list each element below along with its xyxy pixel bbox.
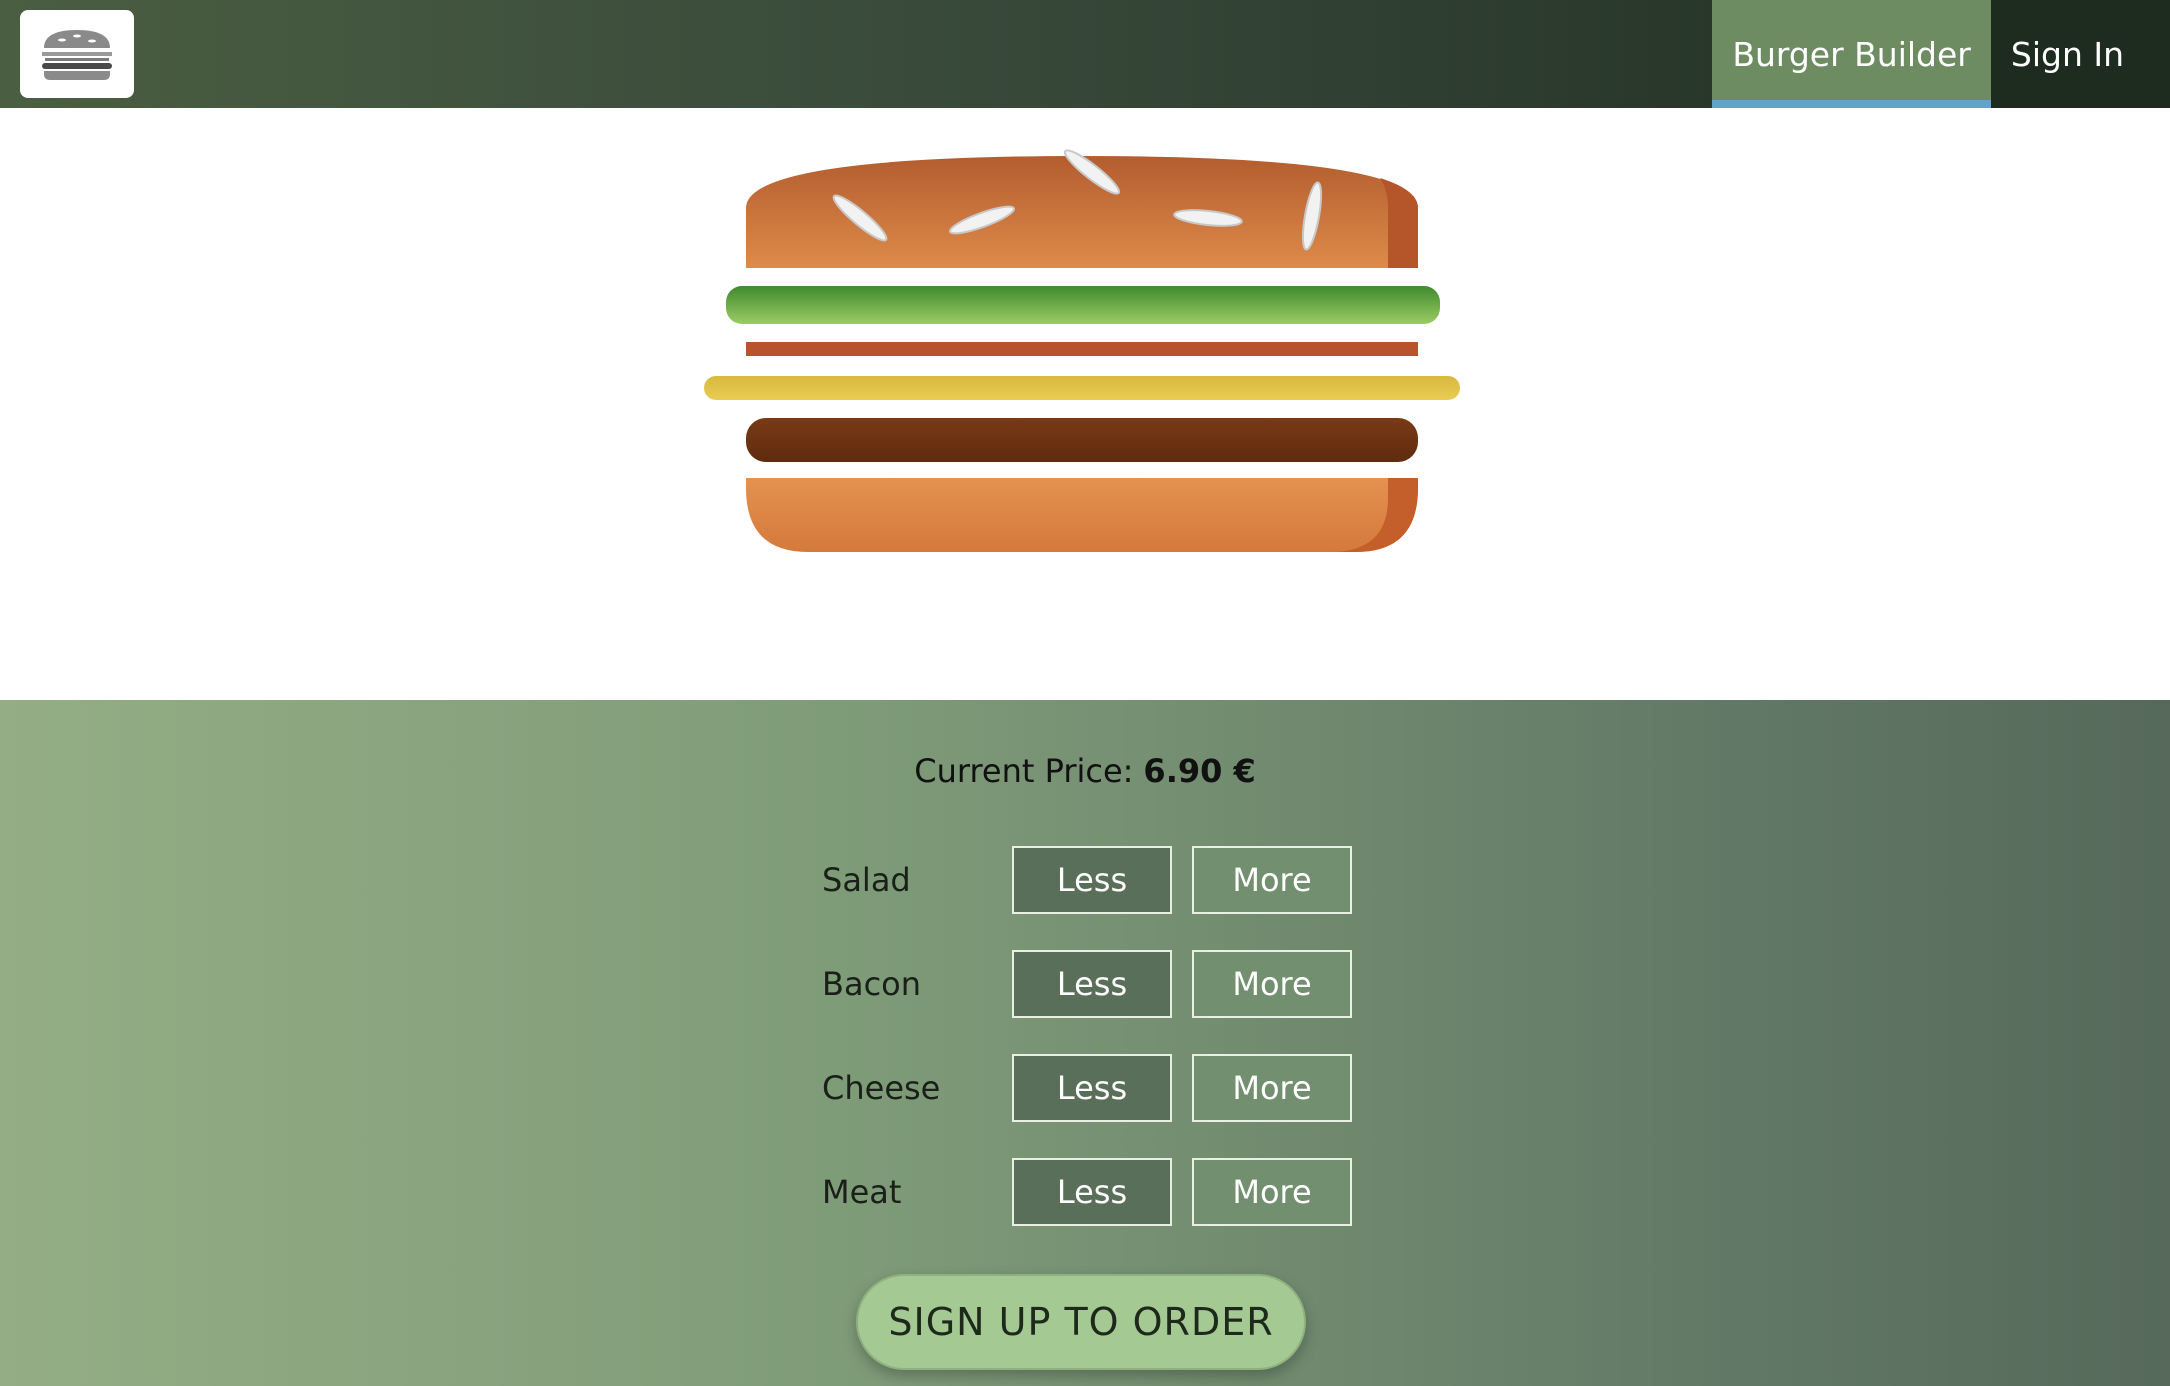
meat-more-button[interactable]: More bbox=[1192, 1158, 1352, 1226]
cheese-layer bbox=[704, 376, 1460, 400]
control-label: Bacon bbox=[822, 965, 922, 1003]
control-label: Cheese bbox=[822, 1069, 941, 1107]
meat-less-button[interactable]: Less bbox=[1012, 1158, 1172, 1226]
price-value: 6.90 € bbox=[1143, 752, 1256, 790]
bacon-layer bbox=[746, 342, 1418, 356]
bread-bottom bbox=[746, 478, 1418, 552]
salad-more-button[interactable]: More bbox=[1192, 846, 1352, 914]
control-row-bacon: Bacon Less More bbox=[822, 950, 1352, 1018]
burger-preview bbox=[0, 108, 2170, 700]
salad-layer bbox=[726, 286, 1440, 324]
sign-up-to-order-button[interactable]: SIGN UP TO ORDER bbox=[856, 1274, 1306, 1370]
control-label: Salad bbox=[822, 861, 911, 899]
nav-burger-builder[interactable]: Burger Builder bbox=[1712, 0, 1991, 108]
control-row-meat: Meat Less More bbox=[822, 1158, 1352, 1226]
meat-layer bbox=[746, 418, 1418, 462]
bacon-less-button[interactable]: Less bbox=[1012, 950, 1172, 1018]
logo[interactable] bbox=[20, 10, 134, 98]
bread-top bbox=[746, 149, 1418, 268]
toolbar: Burger Builder Sign In bbox=[0, 0, 2170, 108]
cheese-less-button[interactable]: Less bbox=[1012, 1054, 1172, 1122]
build-controls: Current Price: 6.90 € Salad Less More Bac… bbox=[0, 700, 2170, 1386]
control-row-salad: Salad Less More bbox=[822, 846, 1352, 914]
current-price: Current Price: 6.90 € bbox=[0, 752, 2170, 790]
price-label: Current Price: bbox=[914, 752, 1134, 790]
control-label: Meat bbox=[822, 1173, 902, 1211]
control-row-cheese: Cheese Less More bbox=[822, 1054, 1352, 1122]
cheese-more-button[interactable]: More bbox=[1192, 1054, 1352, 1122]
salad-less-button[interactable]: Less bbox=[1012, 846, 1172, 914]
burger-logo-icon bbox=[42, 30, 112, 80]
bacon-more-button[interactable]: More bbox=[1192, 950, 1352, 1018]
nav: Burger Builder Sign In bbox=[1712, 0, 2170, 108]
nav-sign-in[interactable]: Sign In bbox=[1990, 0, 2170, 108]
